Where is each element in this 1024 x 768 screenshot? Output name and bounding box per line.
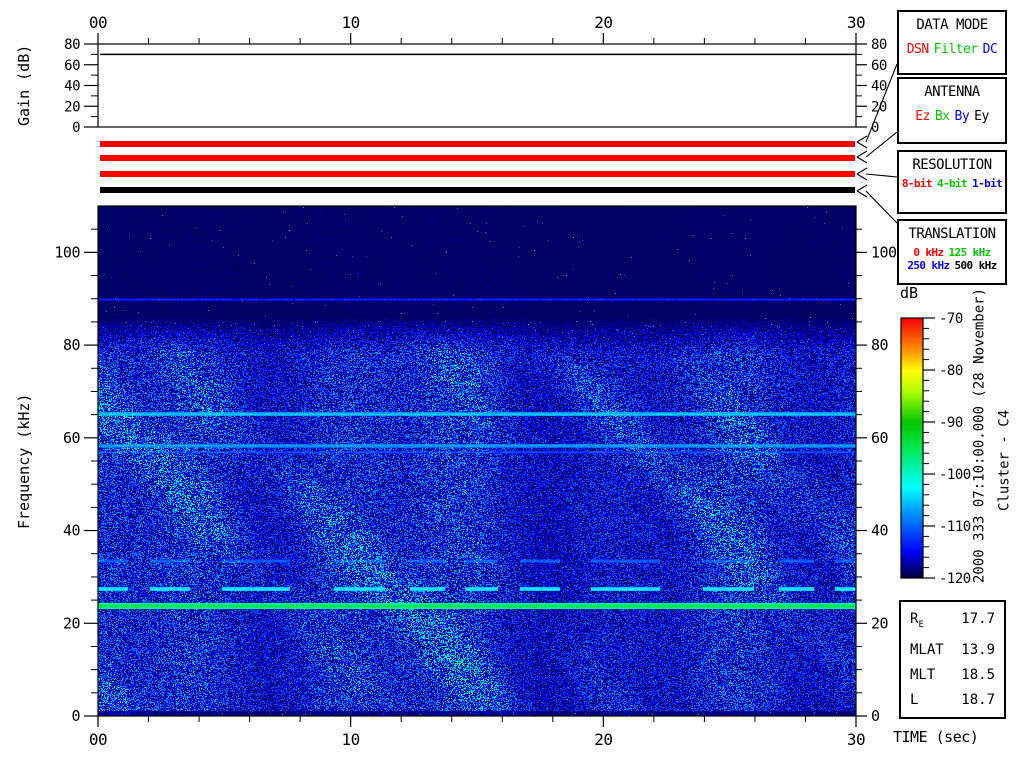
wbd-spectrogram-page: 00 10 20 30 0 0 20 20 40 40 60 60 80 80 0 0 20 20 40 40 60 60…	[0, 0, 1024, 768]
legend-option-filter: Filter	[933, 42, 978, 57]
svg-text:10: 10	[342, 13, 360, 32]
svg-text:00: 00	[89, 13, 107, 32]
svg-text:30: 30	[847, 730, 865, 749]
svg-text:20: 20	[871, 99, 887, 115]
svg-text:20: 20	[594, 730, 612, 749]
svg-text:60: 60	[871, 58, 887, 74]
legend-box-data-mode: DATA MODE DSN Filter DC	[897, 10, 1007, 75]
legend-option-250-khz: 250 kHz	[907, 259, 950, 272]
svg-text:20: 20	[63, 614, 81, 632]
legend-option-dc: DC	[982, 42, 998, 57]
svg-text:40: 40	[63, 522, 81, 540]
legend-option-1-bit: 1-bit	[972, 177, 1003, 190]
svg-text:0: 0	[72, 120, 80, 136]
legend-title-translation: TRANSLATION	[908, 226, 996, 242]
legend-option-0-khz: 0 kHz	[913, 246, 944, 259]
svg-text:-110: -110	[939, 519, 971, 535]
svg-text:40: 40	[64, 79, 80, 95]
legend-option-500-khz: 500 kHz	[954, 259, 998, 272]
data-mode-bar	[100, 141, 855, 147]
timestamp-annotation: 2000 333 07:10:00.000 (28 November)	[971, 287, 988, 583]
colorbar-gradient	[901, 318, 923, 578]
svg-text:-120: -120	[939, 571, 971, 587]
svg-text:60: 60	[63, 429, 81, 447]
svg-text:60: 60	[64, 58, 80, 74]
legend-title-data-mode: DATA MODE	[916, 17, 988, 33]
ephemeris-row-mlat: MLAT 13.9	[910, 641, 995, 658]
svg-text:0: 0	[871, 120, 879, 136]
legend-option-4-bit: 4-bit	[936, 177, 968, 190]
legend-title-antenna: ANTENNA	[924, 84, 980, 100]
legend-option-ey: Ey	[974, 109, 989, 124]
frequency-axis-label: Frequency (kHz)	[15, 393, 33, 529]
legend-option-ez: Ez	[915, 109, 930, 124]
svg-text:-90: -90	[939, 415, 963, 431]
legend-box-translation: TRANSLATION 0 kHz 125 kHz 250 kHz 500 kHz	[897, 219, 1007, 285]
spacecraft-annotation: Cluster - C4	[996, 409, 1013, 511]
antenna-bar	[100, 155, 855, 161]
svg-text:-80: -80	[939, 363, 963, 379]
legend-option-125-khz: 125 kHz	[948, 246, 991, 259]
spectrogram-heatmap	[98, 206, 856, 716]
translation-bar	[100, 187, 855, 193]
time-axis-label: TIME (sec)	[893, 728, 979, 746]
svg-text:-100: -100	[939, 467, 971, 483]
svg-text:100: 100	[871, 243, 897, 261]
svg-text:80: 80	[64, 37, 80, 53]
legend-option-bx: Bx	[934, 109, 950, 124]
svg-text:40: 40	[871, 522, 889, 540]
legend-option-dsn: DSN	[906, 42, 929, 57]
svg-text:80: 80	[871, 37, 887, 53]
legend-box-antenna: ANTENNA Ez Bx By Ey	[897, 77, 1007, 144]
svg-text:30: 30	[847, 13, 865, 32]
svg-text:100: 100	[54, 243, 80, 261]
colorbar-label: dB	[900, 284, 919, 302]
svg-text:20: 20	[64, 99, 80, 115]
svg-text:80: 80	[63, 336, 81, 354]
svg-text:20: 20	[594, 13, 612, 32]
legend-option-8-bit: 8-bit	[901, 177, 933, 190]
svg-text:40: 40	[871, 79, 887, 95]
ephemeris-row-r: RE 17.7	[910, 610, 995, 630]
svg-text:0: 0	[71, 707, 80, 725]
svg-text:80: 80	[871, 336, 889, 354]
svg-text:10: 10	[342, 730, 360, 749]
legend-option-by: By	[954, 109, 970, 124]
gain-axis-label: Gain (dB)	[15, 44, 33, 127]
svg-text:-70: -70	[939, 311, 963, 327]
legend-title-resolution: RESOLUTION	[912, 157, 992, 173]
svg-text:60: 60	[871, 429, 889, 447]
svg-text:00: 00	[89, 730, 107, 749]
legend-box-resolution: RESOLUTION 8-bit 4-bit 1-bit	[897, 150, 1007, 214]
svg-text:20: 20	[871, 614, 889, 632]
svg-text:0: 0	[871, 707, 880, 725]
ephemeris-row-l: L 18.7	[910, 692, 995, 709]
ephemeris-box: RE 17.7 MLAT 13.9 MLT 18.5 L 18.7	[899, 600, 1006, 719]
ephemeris-row-mlt: MLT 18.5	[910, 667, 995, 684]
resolution-bar	[100, 171, 855, 177]
